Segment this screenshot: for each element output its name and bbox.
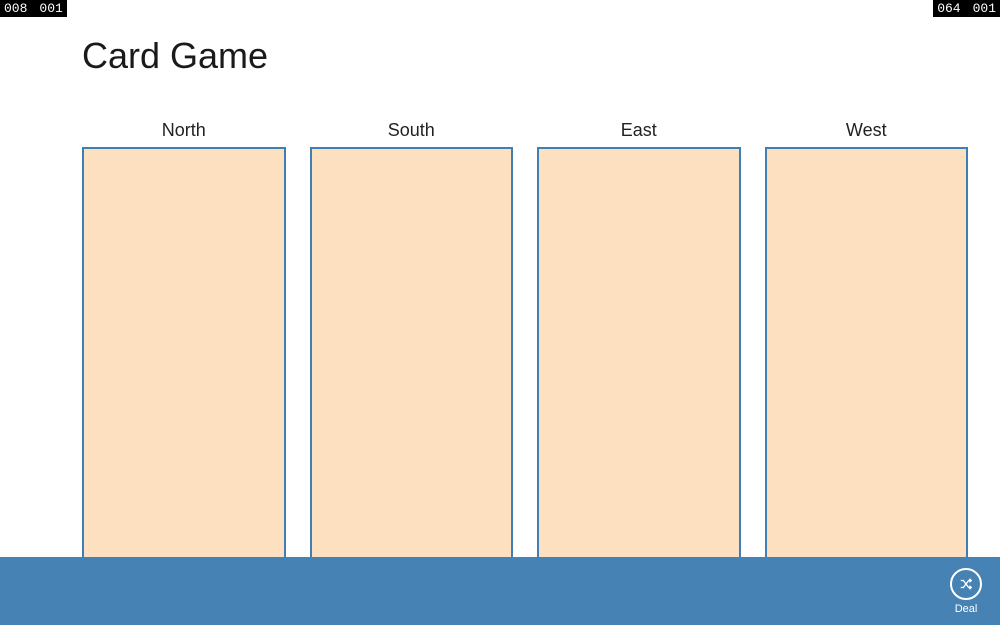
deal-button-label: Deal [955,603,978,615]
stack-slot-west[interactable] [765,147,969,559]
stack-slot-south[interactable] [310,147,514,559]
counter-value: 001 [39,1,62,16]
stack-column-east: East [537,120,741,559]
stack-label: North [162,120,206,141]
perf-counter-left: 008 001 [0,0,67,17]
stack-label: East [621,120,657,141]
stack-slot-north[interactable] [82,147,286,559]
stack-column-north: North [82,120,286,559]
stack-label: South [388,120,435,141]
page-title: Card Game [82,35,268,77]
deal-button[interactable]: Deal [950,568,982,615]
stack-label: West [846,120,887,141]
appbar: Deal [0,557,1000,625]
counter-value: 001 [973,1,996,16]
counter-value: 008 [4,1,27,16]
stacks-container: North South East West [82,120,968,559]
stack-slot-east[interactable] [537,147,741,559]
shuffle-icon [950,568,982,600]
counter-value: 064 [937,1,960,16]
perf-counter-right: 064 001 [933,0,1000,17]
stack-column-west: West [765,120,969,559]
stack-column-south: South [310,120,514,559]
